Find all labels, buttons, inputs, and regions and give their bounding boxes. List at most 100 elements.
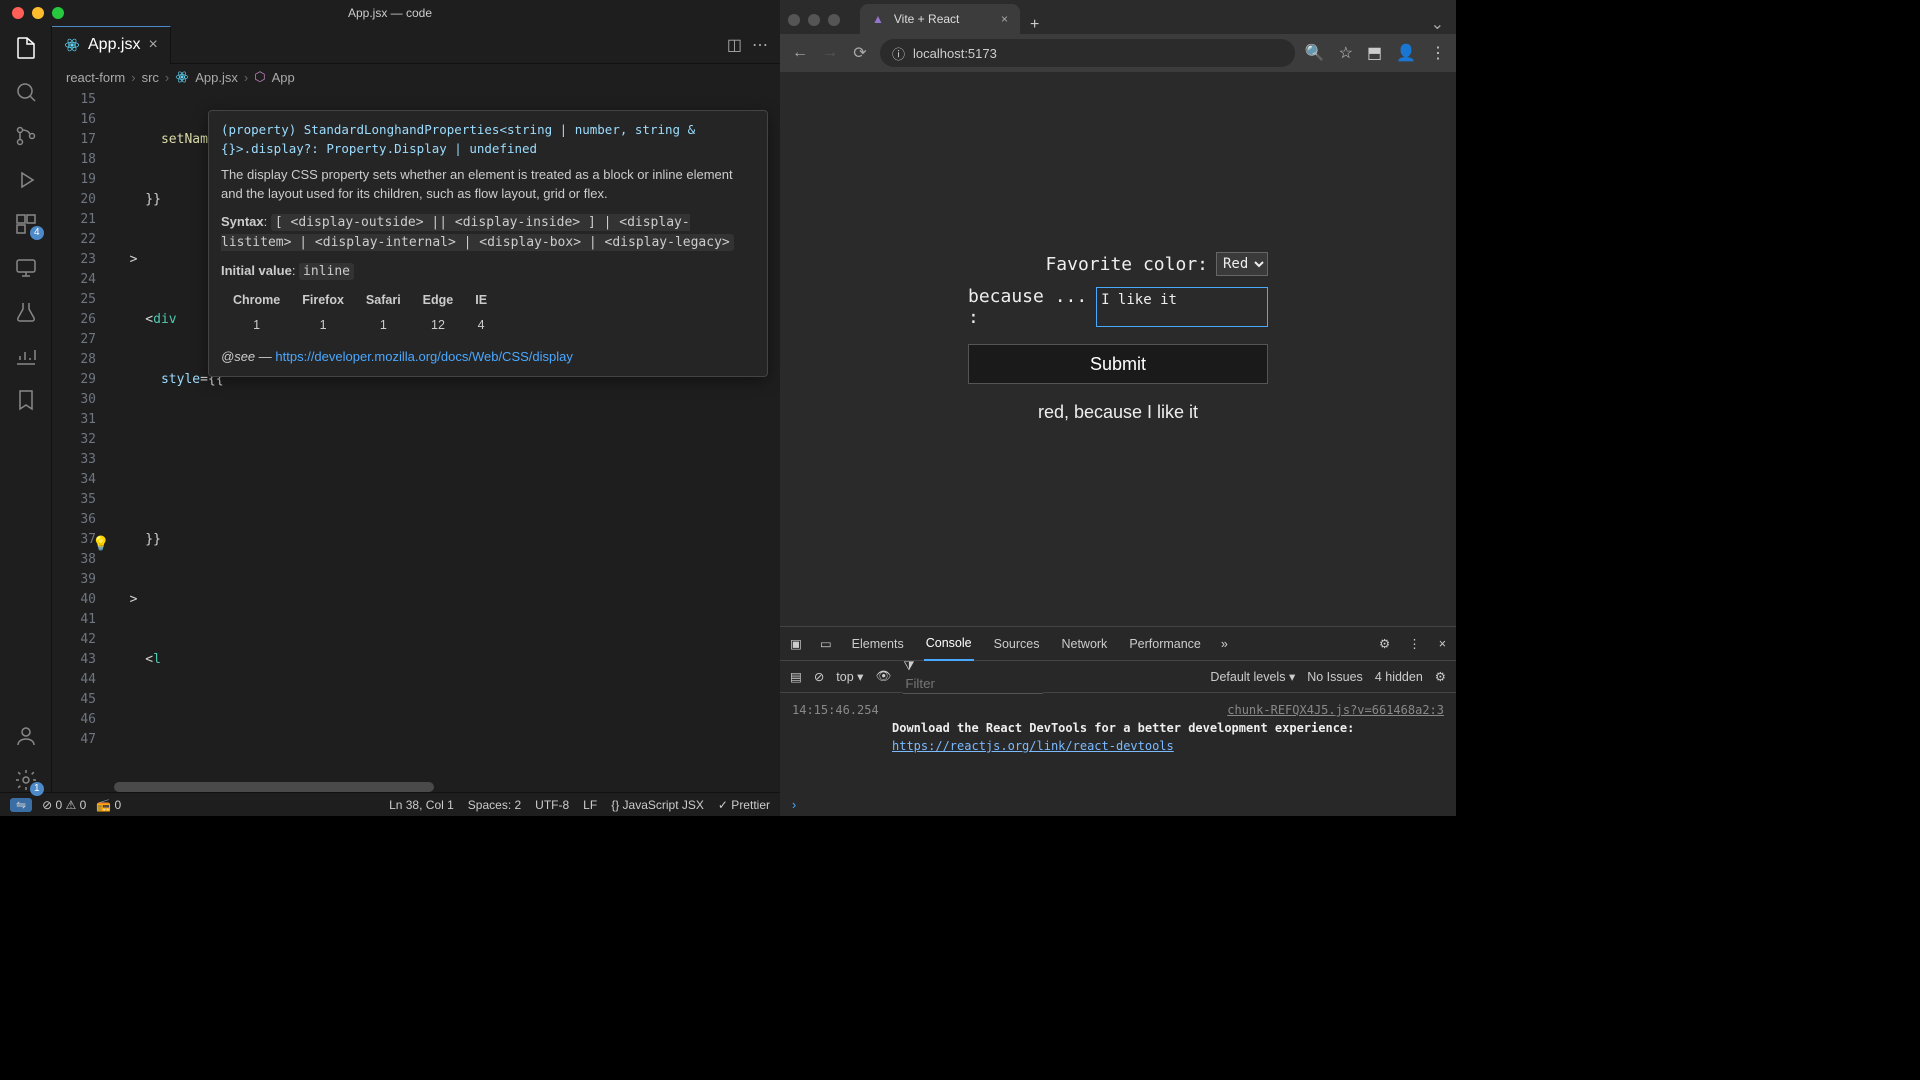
compat-table: ChromeFirefoxSafariEdgeIE 111124 [221,287,499,339]
urlbar[interactable]: ⓘ localhost:5173 [880,39,1295,67]
extensions-badge: 4 [30,226,44,240]
search-icon[interactable] [14,80,38,104]
indent-indicator[interactable]: Spaces: 2 [468,798,521,812]
graph-icon[interactable] [14,344,38,368]
close-window-icon[interactable] [788,14,800,26]
browser-tab-title: Vite + React [894,12,959,26]
fullscreen-window-icon[interactable] [828,14,840,26]
zoom-icon[interactable]: 🔍 [1305,43,1325,63]
tab-performance[interactable]: Performance [1127,627,1203,661]
tooltip-mdn-link[interactable]: https://developer.mozilla.org/docs/Web/C… [275,349,572,364]
console-sidebar-icon[interactable]: ▤ [790,669,802,684]
source-control-icon[interactable] [14,124,38,148]
extensions-icon[interactable]: 4 [14,212,38,236]
more-actions-icon[interactable]: ⋯ [752,35,768,55]
close-tab-icon[interactable]: × [148,36,157,54]
favorite-color-label: Favorite color: [1045,254,1208,275]
breadcrumb-item[interactable]: src [142,70,159,85]
live-expression-icon[interactable]: 👁 [875,669,891,684]
more-tabs-icon[interactable]: » [1221,637,1228,651]
bookmark-icon[interactable] [14,388,38,412]
filter-icon: ⧩ [903,659,914,673]
site-info-icon[interactable]: ⓘ [892,44,905,63]
console-toolbar: ▤ ⊘ top ▾ 👁 ⧩ Default levels ▾ No Issues… [780,661,1456,693]
profile-icon[interactable]: 👤 [1396,43,1416,63]
kebab-menu-icon[interactable]: ⋮ [1430,43,1446,63]
close-window-icon[interactable] [12,7,24,19]
favorite-color-select[interactable]: Red [1216,252,1268,276]
devtools-tabs: ▣ ▭ Elements Console Sources Network Per… [780,627,1456,661]
radio-indicator[interactable]: 📻 0 [96,798,121,812]
devtools-menu-icon[interactable]: ⋮ [1408,636,1421,651]
hover-tooltip: (property) StandardLonghandProperties<st… [208,110,768,377]
tab-overflow-icon[interactable]: ⌄ [1419,14,1456,34]
horizontal-scrollbar[interactable] [114,782,766,792]
tab-elements[interactable]: Elements [850,627,906,661]
tab-sources[interactable]: Sources [992,627,1042,661]
submit-button[interactable]: Submit [968,344,1268,384]
activity-bar: 4 1 [0,26,52,792]
inspect-icon[interactable]: ▣ [790,636,802,651]
breadcrumb-item[interactable]: App.jsx [195,70,238,85]
problems-indicator[interactable]: ⊘ 0 ⚠ 0 [42,798,86,812]
tab-console[interactable]: Console [924,627,974,661]
language-mode[interactable]: {} JavaScript JSX [611,798,704,812]
context-selector[interactable]: top ▾ [836,669,863,684]
run-debug-icon[interactable] [14,168,38,192]
console-prompt[interactable]: › [780,794,1456,816]
browser-window: ▲ Vite + React × + ⌄ ← → ⟳ ⓘ localhost:5… [780,0,1456,816]
split-editor-icon[interactable]: ◫ [727,35,742,55]
tooltip-syntax-label: Syntax [221,214,264,229]
code-editor[interactable]: 1516171819202122232425262728293031323334… [52,90,780,792]
react-file-icon [64,37,80,53]
remote-indicator[interactable]: ⇋ [10,798,32,812]
install-app-icon[interactable]: ⬒ [1367,43,1382,63]
editor-tab-app[interactable]: App.jsx × [52,26,171,64]
breadcrumb-item[interactable]: App [272,70,295,85]
clear-console-icon[interactable]: ⊘ [814,669,824,684]
remote-icon[interactable] [14,256,38,280]
react-file-icon [175,70,189,84]
browser-toolbar: ← → ⟳ ⓘ localhost:5173 🔍 ☆ ⬒ 👤 ⋮ [780,34,1456,72]
output-text: red, because I like it [968,402,1268,423]
settings-gear-icon[interactable]: 1 [14,768,38,792]
back-icon[interactable]: ← [790,44,810,62]
editor-tabs: App.jsx × ◫ ⋯ [52,26,780,64]
close-tab-icon[interactable]: × [1001,12,1008,26]
testing-icon[interactable] [14,300,38,324]
fullscreen-window-icon[interactable] [52,7,64,19]
why-textarea[interactable] [1096,287,1268,327]
lightbulb-icon[interactable]: 💡 [92,534,109,554]
device-toggle-icon[interactable]: ▭ [820,636,832,651]
encoding-indicator[interactable]: UTF-8 [535,798,569,812]
console-output[interactable]: 14:15:46.254 chunk-REFQX4J5.js?v=661468a… [780,693,1456,794]
account-icon[interactable] [14,724,38,748]
tab-network[interactable]: Network [1059,627,1109,661]
minimize-window-icon[interactable] [32,7,44,19]
breadcrumb[interactable]: react-form› src› App.jsx› ⬡ App [52,64,780,90]
url-text: localhost:5173 [913,46,997,61]
editor-titlebar: App.jsx — code [0,0,780,26]
hidden-count[interactable]: 4 hidden [1375,670,1423,684]
console-settings-icon[interactable]: ⚙ [1435,669,1446,684]
react-devtools-link[interactable]: https://reactjs.org/link/react-devtools [892,739,1174,753]
filter-input[interactable] [903,674,1043,694]
reload-icon[interactable]: ⟳ [850,43,870,63]
minimize-window-icon[interactable] [808,14,820,26]
devtools-settings-icon[interactable]: ⚙ [1379,636,1390,651]
devtools-close-icon[interactable]: × [1439,637,1446,651]
browser-tab[interactable]: ▲ Vite + React × [860,4,1020,34]
log-source[interactable]: chunk-REFQX4J5.js?v=661468a2:3 [1227,701,1444,719]
formatter-indicator[interactable]: ✓ Prettier [718,798,770,812]
breadcrumb-item[interactable]: react-form [66,70,125,85]
issues-indicator[interactable]: No Issues [1307,670,1363,684]
log-levels[interactable]: Default levels ▾ [1210,669,1295,684]
bookmark-star-icon[interactable]: ☆ [1339,43,1353,63]
explorer-icon[interactable] [14,36,38,60]
cursor-position[interactable]: Ln 38, Col 1 [389,798,454,812]
statusbar: ⇋ ⊘ 0 ⚠ 0 📻 0 Ln 38, Col 1 Spaces: 2 UTF… [0,792,780,816]
forward-icon[interactable]: → [820,44,840,62]
new-tab-icon[interactable]: + [1020,16,1049,34]
editor-main: App.jsx × ◫ ⋯ react-form› src› App.jsx› … [52,26,780,792]
eol-indicator[interactable]: LF [583,798,597,812]
